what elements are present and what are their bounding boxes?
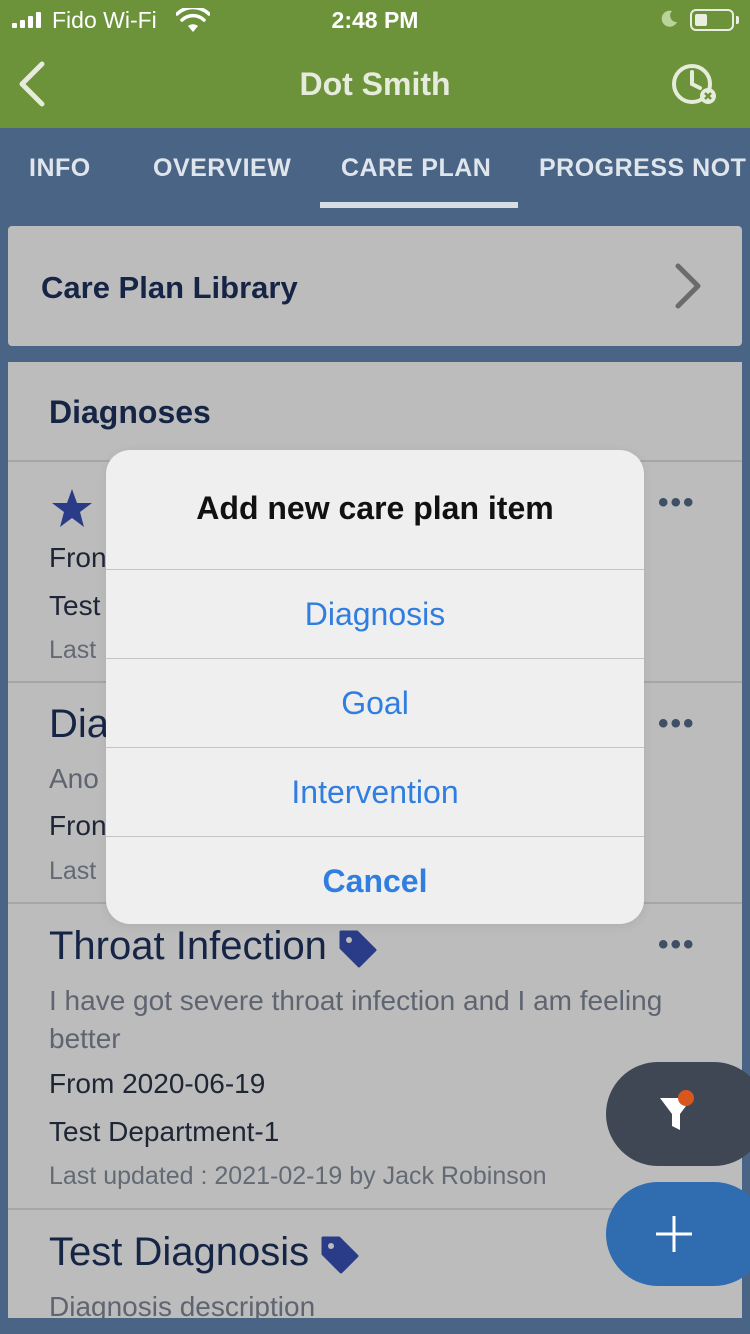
tag-icon [321,1236,359,1274]
cancel-button[interactable]: Cancel [106,837,644,924]
dialog-title: Add new care plan item [196,490,554,526]
item-from: Fron [49,542,107,573]
add-item-button[interactable] [606,1182,750,1286]
item-last-updated: Last updated : 2021-02-19 by Jack Robins… [49,1162,547,1190]
plus-icon [656,1216,692,1252]
tab-info[interactable]: INFO [29,154,91,183]
star-icon[interactable] [51,488,93,528]
item-from: Fron [49,810,107,841]
add-care-plan-item-dialog: Add new care plan item Diagnosis Goal In… [106,450,644,924]
item-last-updated: Last [49,636,97,664]
filter-button[interactable] [606,1062,750,1166]
more-options-icon[interactable]: ••• [658,928,696,962]
more-options-icon[interactable]: ••• [658,486,696,520]
bottom-edge [0,1318,750,1334]
more-options-icon[interactable]: ••• [658,707,696,741]
item-description: I have got severe throat infection and I… [49,985,663,1054]
item-from: From 2020-06-19 [49,1068,266,1099]
item-last-updated: Last [49,857,97,885]
tab-care-plan[interactable]: CARE PLAN [341,154,491,183]
tab-progress-notes[interactable]: PROGRESS NOT [539,154,746,183]
item-title: Test Diagnosis [49,1230,310,1274]
chevron-right-icon [675,263,701,309]
tab-bar: INFO OVERVIEW CARE PLAN PROGRESS NOT [0,128,750,208]
item-department: Test Department-1 [49,1116,280,1147]
care-plan-library-row[interactable]: Care Plan Library [8,226,742,346]
battery-icon [690,9,734,31]
app-header: Fido Wi-Fi 2:48 PM Dot Smith [0,0,750,128]
active-tab-indicator [320,202,518,208]
item-department: Test [49,590,101,621]
goal-option[interactable]: Goal [106,659,644,747]
tab-overview[interactable]: OVERVIEW [153,154,291,183]
item-title: Throat Infection [49,924,327,968]
section-title: Diagnoses [49,394,211,430]
clock: 2:48 PM [331,7,419,33]
clock-history-icon[interactable] [670,62,720,108]
care-plan-library-label: Care Plan Library [41,270,298,305]
battery-tip [736,16,739,24]
item-title-row[interactable]: Test Diagnosis [49,1230,361,1275]
filter-icon [660,1090,694,1130]
diagnosis-option[interactable]: Diagnosis [106,570,644,658]
do-not-disturb-icon [661,10,677,27]
item-title[interactable]: Dia [49,702,109,747]
status-bar: Fido Wi-Fi 2:48 PM [0,0,750,40]
item-title-row[interactable]: Throat Infection [49,924,379,969]
page-title: Dot Smith [299,66,451,102]
intervention-option[interactable]: Intervention [106,748,644,836]
tag-icon [339,930,377,968]
